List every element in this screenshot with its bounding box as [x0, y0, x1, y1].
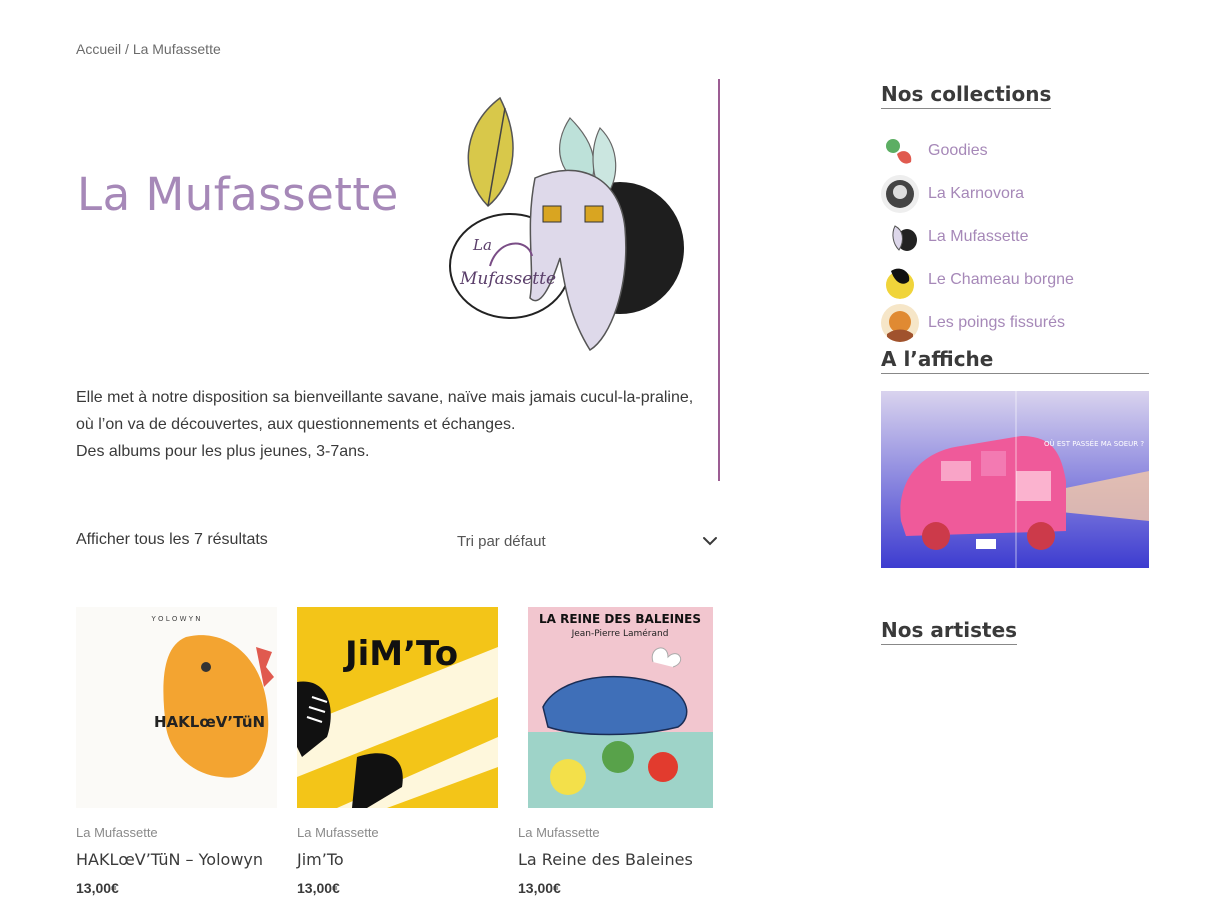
- product-title[interactable]: HAKLœV’TüN – Yolowyn: [76, 849, 277, 871]
- description-line-3: Des albums pour les plus jeunes, 3-7ans.: [76, 443, 370, 460]
- product-image[interactable]: LA REINE DES BALEINES Jean-Pierre Laméra…: [518, 607, 719, 808]
- collections-title: Nos collections: [881, 82, 1052, 109]
- sort-selected-value: Tri par défaut: [457, 532, 546, 550]
- product-category[interactable]: La Mufassette: [76, 825, 277, 840]
- chevron-down-icon: [703, 537, 717, 546]
- sidebar: Nos collections Goodies La Karnovora La …: [881, 82, 1149, 645]
- collection-label: Goodies: [928, 141, 988, 159]
- cover-top-text: Y O L O W Y N: [151, 615, 201, 623]
- goodies-thumbnail-icon: [881, 131, 919, 170]
- collection-item-la-karnovora[interactable]: La Karnovora: [881, 172, 1149, 215]
- collection-label: Les poings fissurés: [928, 313, 1065, 331]
- breadcrumb-separator: /: [121, 41, 133, 57]
- collection-description: Elle met à notre disposition sa bienveil…: [76, 384, 706, 465]
- result-count: Afficher tous les 7 résultats: [76, 531, 268, 548]
- collections-list: Goodies La Karnovora La Mufassette Le Ch…: [881, 129, 1149, 344]
- product-card: LA REINE DES BALEINES Jean-Pierre Laméra…: [518, 607, 719, 896]
- artists-title: Nos artistes: [881, 618, 1018, 645]
- collection-item-goodies[interactable]: Goodies: [881, 129, 1149, 172]
- collection-item-la-mufassette[interactable]: La Mufassette: [881, 215, 1149, 258]
- product-card: JiM’To La Mufassette Jim’To 13,00€: [297, 607, 498, 896]
- poster-title: A l’affiche: [881, 347, 1149, 374]
- collection-label: Le Chameau borgne: [928, 270, 1074, 288]
- cover-author: Jean-Pierre Lamérand: [571, 628, 669, 639]
- product-grid: Y O L O W Y N HAKLœV’TüN La Mufassette H…: [76, 607, 719, 896]
- page-title: La Mufassette: [77, 168, 399, 221]
- collection-logo: La Mufassette: [449, 96, 684, 352]
- cover-title: LA REINE DES BALEINES: [539, 612, 701, 626]
- mufassette-thumbnail-icon: [881, 217, 919, 256]
- product-price: 13,00€: [518, 880, 561, 896]
- collection-item-le-chameau-borgne[interactable]: Le Chameau borgne: [881, 258, 1149, 301]
- collection-label: La Karnovora: [928, 184, 1025, 202]
- cover-title: HAKLœV’TüN: [154, 713, 265, 731]
- product-category[interactable]: La Mufassette: [518, 825, 719, 840]
- poster-caption: OÙ EST PASSÉE MA SOEUR ?: [1044, 439, 1144, 448]
- poings-fissures-thumbnail-icon: [881, 303, 919, 342]
- logo-text-la: La: [472, 236, 492, 254]
- description-line-1: Elle met à notre disposition sa bienveil…: [76, 389, 694, 406]
- breadcrumb-current: La Mufassette: [132, 41, 221, 57]
- featured-poster-image[interactable]: OÙ EST PASSÉE MA SOEUR ?: [881, 391, 1149, 568]
- logo-text-mufassette: Mufassette: [459, 269, 556, 289]
- product-category[interactable]: La Mufassette: [297, 825, 498, 840]
- chameau-borgne-thumbnail-icon: [881, 260, 919, 299]
- product-title[interactable]: La Reine des Baleines: [518, 849, 719, 871]
- product-price: 13,00€: [76, 880, 119, 896]
- collection-item-les-poings-fissures[interactable]: Les poings fissurés: [881, 301, 1149, 344]
- karnovora-thumbnail-icon: [881, 174, 919, 213]
- sort-select[interactable]: Tri par défaut: [457, 528, 719, 554]
- product-title[interactable]: Jim’To: [297, 849, 498, 871]
- content-divider: [718, 79, 720, 481]
- description-line-2: où l’on va de découvertes, aux questionn…: [76, 416, 516, 433]
- breadcrumb-home-link[interactable]: Accueil: [76, 41, 121, 57]
- collection-label: La Mufassette: [928, 227, 1029, 245]
- product-card: Y O L O W Y N HAKLœV’TüN La Mufassette H…: [76, 607, 277, 896]
- product-price: 13,00€: [297, 880, 340, 896]
- product-image[interactable]: Y O L O W Y N HAKLœV’TüN: [76, 607, 277, 808]
- product-image[interactable]: JiM’To: [297, 607, 498, 808]
- cover-title: JiM’To: [343, 634, 458, 674]
- breadcrumb: Accueil / La Mufassette: [76, 41, 221, 57]
